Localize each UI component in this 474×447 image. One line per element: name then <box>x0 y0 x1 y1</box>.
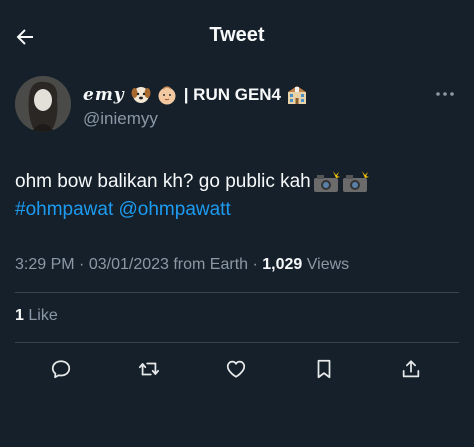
views-count: 1,029 <box>262 256 303 273</box>
like-icon[interactable] <box>223 356 249 382</box>
user-handle[interactable]: @iniemyy <box>83 109 158 129</box>
back-arrow-icon[interactable] <box>12 24 38 50</box>
retweet-icon[interactable] <box>136 356 162 382</box>
display-name[interactable]: emy | RUN GEN4 <box>83 84 308 106</box>
more-options-icon[interactable] <box>431 84 459 104</box>
school-icon <box>286 84 308 106</box>
mention-link[interactable]: @ohmpawatt <box>119 196 231 224</box>
dog-face-icon <box>130 84 152 106</box>
tweet-text-line: ohm bow balikan kh? go public kah <box>15 168 459 196</box>
bookmark-icon[interactable] <box>311 356 337 382</box>
tweet-detail-page: Tweet emy | RUN GEN4 @iniemyy ohm bow ba… <box>0 0 474 447</box>
avatar[interactable] <box>15 76 71 132</box>
tweet-meta: 3:29 PM · 03/01/2023 from Earth · 1,029 … <box>15 256 350 273</box>
divider <box>15 342 459 343</box>
tweet-text: ohm bow balikan kh? go public kah #ohmpa… <box>15 168 459 224</box>
tweet-links-line: #ohmpawat @ohmpawatt <box>15 196 459 224</box>
camera-flash-icon <box>342 171 369 193</box>
header-bar: Tweet <box>0 0 474 72</box>
tweet-body: ohm bow balikan kh? go public kah <box>15 171 311 192</box>
tweet-date[interactable]: 03/01/2023 <box>89 256 169 273</box>
likes-summary[interactable]: 1 Like <box>15 307 58 325</box>
camera-flash-icon <box>313 171 340 193</box>
hashtag-link[interactable]: #ohmpawat <box>15 196 113 224</box>
views-label: Views <box>306 256 350 273</box>
tweet-time[interactable]: 3:29 PM <box>15 256 75 273</box>
share-icon[interactable] <box>398 356 424 382</box>
author-block: emy | RUN GEN4 @iniemyy <box>15 76 459 136</box>
likes-count: 1 <box>15 307 24 324</box>
action-bar <box>0 356 474 386</box>
display-name-part2: | RUN GEN4 <box>183 85 282 104</box>
tweet-source: from Earth <box>173 256 249 273</box>
likes-label: Like <box>28 307 58 324</box>
display-name-part1: emy <box>83 85 125 105</box>
divider <box>15 292 459 293</box>
reply-icon[interactable] <box>48 356 74 382</box>
baby-face-icon <box>156 84 178 106</box>
page-title: Tweet <box>209 24 265 46</box>
